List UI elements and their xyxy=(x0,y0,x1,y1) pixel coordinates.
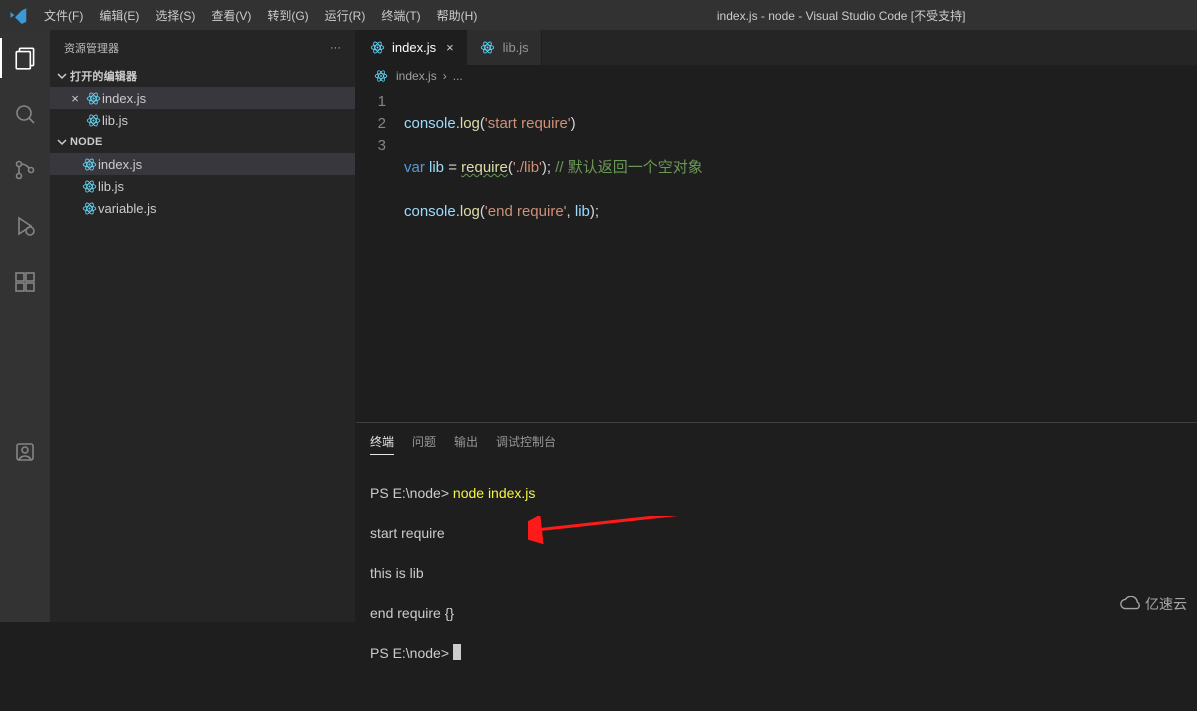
menu-goto[interactable]: 转到(G) xyxy=(259,7,316,24)
open-editor-item[interactable]: × index.js xyxy=(50,87,355,109)
main-menu: 文件(F) 编辑(E) 选择(S) 查看(V) 转到(G) 运行(R) 终端(T… xyxy=(36,7,485,24)
terminal-cursor xyxy=(453,644,461,660)
watermark: 亿速云 xyxy=(1119,594,1187,614)
react-icon xyxy=(372,69,390,83)
search-icon[interactable] xyxy=(0,94,50,134)
explorer-sidebar: 资源管理器 ··· 打开的编辑器 × index.js lib.js xyxy=(50,30,356,622)
more-actions-icon[interactable]: ··· xyxy=(330,42,341,54)
code-editor[interactable]: 1 2 3 console.log('start require') var l… xyxy=(356,87,1197,267)
menu-edit[interactable]: 编辑(E) xyxy=(91,7,147,24)
file-label: variable.js xyxy=(98,201,157,216)
close-icon[interactable]: × xyxy=(66,91,84,106)
line-numbers: 1 2 3 xyxy=(356,91,404,267)
extensions-icon[interactable] xyxy=(0,262,50,302)
panel-tab-problems[interactable]: 问题 xyxy=(412,429,436,455)
react-icon xyxy=(84,113,102,128)
tab-label: index.js xyxy=(392,40,436,55)
explorer-icon[interactable] xyxy=(0,38,50,78)
menu-run[interactable]: 运行(R) xyxy=(317,7,374,24)
breadcrumb[interactable]: index.js › ... xyxy=(356,65,1197,87)
react-icon xyxy=(368,40,386,55)
chevron-down-icon xyxy=(56,70,70,82)
menu-file[interactable]: 文件(F) xyxy=(36,7,91,24)
source-control-icon[interactable] xyxy=(0,150,50,190)
breadcrumb-sep-icon: › xyxy=(443,69,447,83)
terminal[interactable]: PS E:\node> node index.js start require … xyxy=(356,455,1197,711)
code-lines: console.log('start require') var lib = r… xyxy=(404,91,1197,267)
menu-view[interactable]: 查看(V) xyxy=(203,7,259,24)
window-title: index.js - node - Visual Studio Code [不受… xyxy=(485,7,1197,24)
panel-tabs: 终端 问题 输出 调试控制台 xyxy=(356,423,1197,455)
react-icon xyxy=(84,91,102,106)
run-debug-icon[interactable] xyxy=(0,206,50,246)
react-icon xyxy=(80,157,98,172)
file-tree-item[interactable]: index.js xyxy=(50,153,355,175)
tab-lib[interactable]: lib.js xyxy=(467,30,542,65)
title-bar: 文件(F) 编辑(E) 选择(S) 查看(V) 转到(G) 运行(R) 终端(T… xyxy=(0,0,1197,30)
menu-select[interactable]: 选择(S) xyxy=(147,7,203,24)
tab-index[interactable]: index.js × xyxy=(356,30,467,65)
vscode-logo-icon xyxy=(0,6,36,24)
file-label: index.js xyxy=(98,157,142,172)
accounts-icon[interactable] xyxy=(0,432,50,472)
react-icon xyxy=(479,40,497,55)
close-tab-icon[interactable]: × xyxy=(446,40,454,55)
breadcrumb-tail: ... xyxy=(453,69,463,83)
file-label: lib.js xyxy=(102,113,128,128)
file-label: lib.js xyxy=(98,179,124,194)
open-editor-item[interactable]: lib.js xyxy=(50,109,355,131)
tab-label: lib.js xyxy=(503,40,529,55)
folder-section[interactable]: NODE xyxy=(50,131,355,153)
file-tree-item[interactable]: lib.js xyxy=(50,175,355,197)
panel-tab-terminal[interactable]: 终端 xyxy=(370,429,394,455)
file-tree-item[interactable]: variable.js xyxy=(50,197,355,219)
menu-terminal[interactable]: 终端(T) xyxy=(373,7,428,24)
react-icon xyxy=(80,179,98,194)
panel-tab-debug[interactable]: 调试控制台 xyxy=(496,429,556,455)
breadcrumb-file: index.js xyxy=(396,69,437,83)
editor-group: index.js × lib.js index.js › ... 1 2 3 c… xyxy=(356,30,1197,622)
open-editors-section[interactable]: 打开的编辑器 xyxy=(50,65,355,87)
react-icon xyxy=(80,201,98,216)
file-label: index.js xyxy=(102,91,146,106)
editor-tabs: index.js × lib.js xyxy=(356,30,1197,65)
activity-bar xyxy=(0,30,50,622)
explorer-title: 资源管理器 xyxy=(64,40,119,56)
bottom-panel: 终端 问题 输出 调试控制台 PS E:\node> node index.js… xyxy=(356,422,1197,622)
panel-tab-output[interactable]: 输出 xyxy=(454,429,478,455)
chevron-down-icon xyxy=(56,136,70,148)
menu-help[interactable]: 帮助(H) xyxy=(429,7,486,24)
